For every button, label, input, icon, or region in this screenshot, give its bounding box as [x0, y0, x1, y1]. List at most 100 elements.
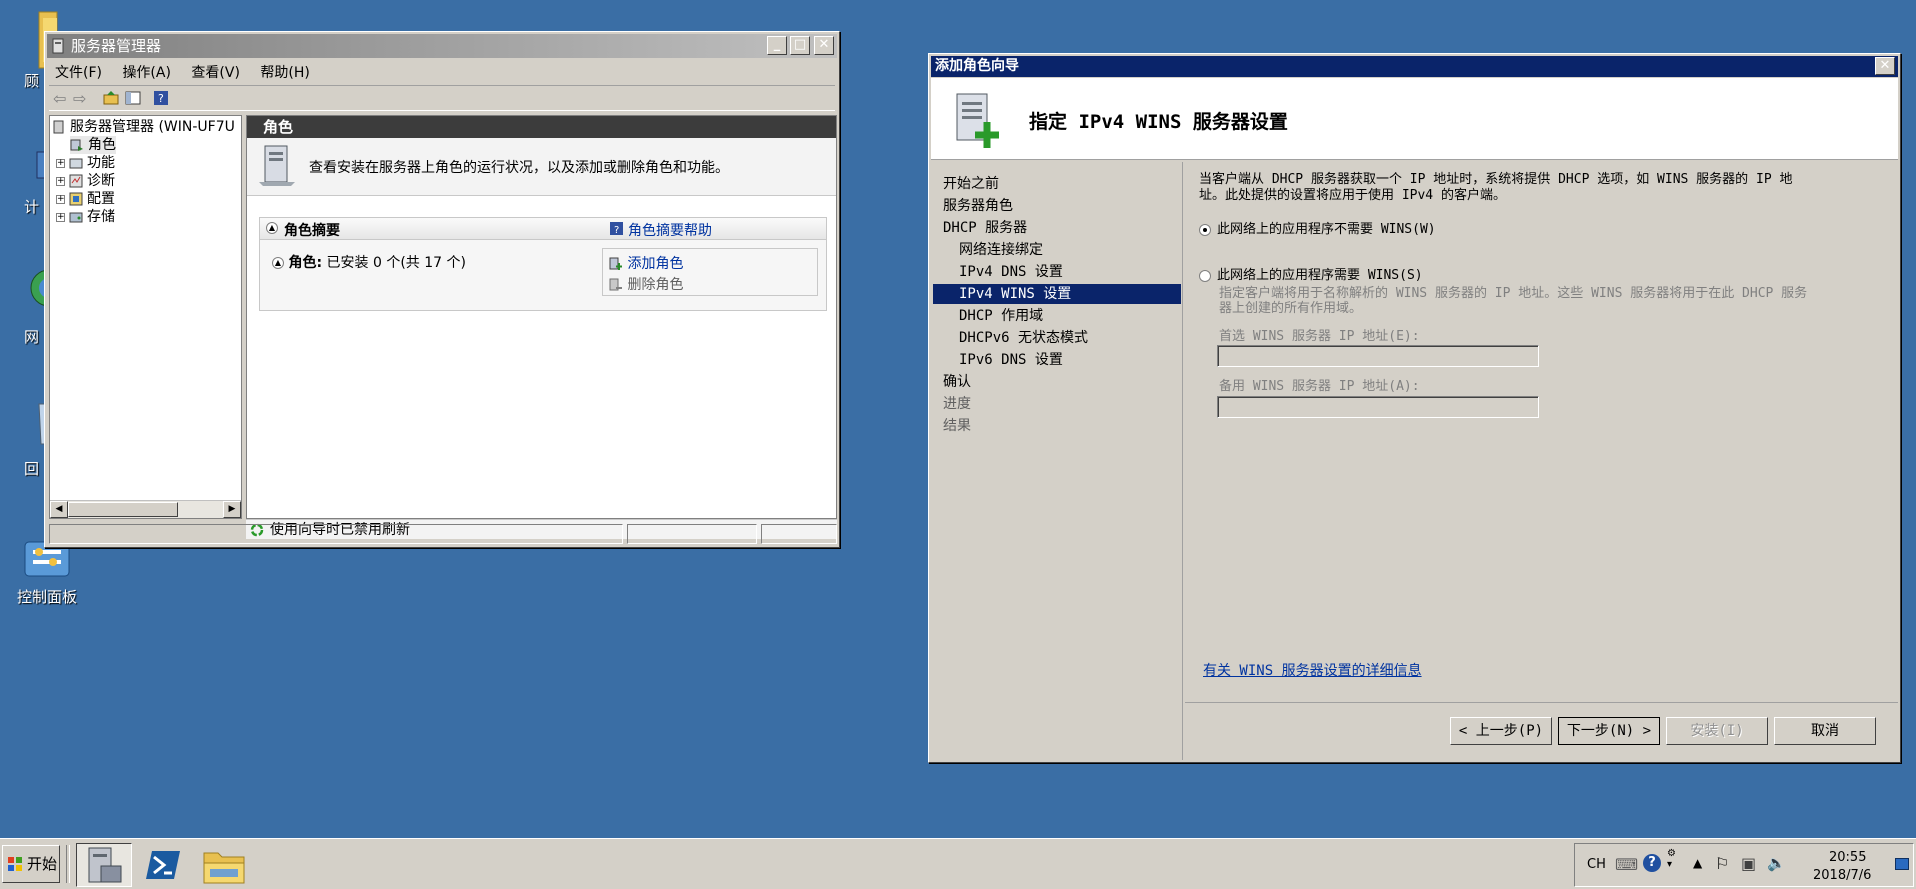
collapse-icon[interactable]: ▲: [266, 222, 278, 234]
tree-item-label: 功能: [87, 155, 115, 171]
preferred-wins-ip-field[interactable]: [1217, 345, 1539, 367]
taskbar-powershell[interactable]: [136, 843, 192, 887]
wizard-header: 指定 IPv4 WINS 服务器设置: [931, 78, 1898, 160]
menu-help[interactable]: 帮助(H): [252, 59, 317, 85]
radio-selected-icon[interactable]: [1199, 223, 1211, 236]
taskbar-server-manager[interactable]: [76, 843, 132, 887]
roles-summary-panel: ▲ 角色摘要 ? 角色摘要帮助 ▲ 角色: 已安装 0 个(共 17 个) 添加…: [259, 217, 827, 311]
keyboard-icon[interactable]: ⌨: [1615, 855, 1638, 874]
scroll-left-button[interactable]: ◀: [50, 501, 68, 518]
minimize-button[interactable]: _: [767, 36, 787, 55]
tree-root[interactable]: 服务器管理器 (WIN-UF7U: [52, 118, 235, 136]
forward-arrow-icon[interactable]: ⇨: [73, 89, 86, 108]
maximize-button[interactable]: □: [790, 36, 810, 55]
server-manager-titlebar[interactable]: 服务器管理器 _ □ ✕: [47, 34, 837, 58]
explorer-folder-icon: [203, 852, 245, 884]
tree-item-features[interactable]: + 功能: [56, 154, 115, 172]
tree-item-label: 配置: [87, 191, 115, 207]
tree-item-roles[interactable]: 角色: [70, 136, 116, 154]
svg-text:?: ?: [158, 92, 164, 105]
wizard-step-5: IPv4 DNS 设置: [959, 264, 1063, 280]
menu-action[interactable]: 操作(A): [114, 59, 179, 85]
menu-file[interactable]: 文件(F): [47, 59, 110, 85]
scroll-right-button[interactable]: ▶: [223, 501, 241, 518]
close-button[interactable]: ✕: [1875, 57, 1895, 75]
wizard-step-1: 开始之前: [943, 176, 999, 192]
up-folder-icon[interactable]: [103, 90, 119, 106]
add-role-link[interactable]: 添加角色: [627, 256, 683, 272]
navigation-tree[interactable]: 服务器管理器 (WIN-UF7U 角色 + 功能 + 诊断 + 配置 + 存储 ◀ ▶: [49, 115, 242, 519]
server-manager-app-icon: [52, 38, 64, 54]
minimize-icon: _: [773, 37, 781, 52]
remove-role-link: 删除角色: [627, 277, 684, 293]
status-bar: [49, 524, 837, 544]
svg-text:?: ?: [614, 225, 619, 235]
collapse-icon[interactable]: ▲: [272, 257, 284, 269]
remove-role-action[interactable]: 删除角色: [609, 274, 683, 294]
help-circle-icon[interactable]: ?: [1643, 854, 1661, 872]
taskbar-explorer[interactable]: [196, 843, 252, 887]
configuration-icon: [69, 192, 83, 206]
add-roles-wizard-window[interactable]: 添加角色向导 ✕ 指定 IPv4 WINS 服务器设置 开始之前服务器角色 DHC…: [928, 53, 1901, 763]
wins-required-option[interactable]: 此网络上的应用程序需要 WINS(S): [1199, 264, 1423, 283]
roles-label: 角色:: [288, 255, 323, 271]
status-panel: [49, 524, 623, 544]
wins-more-info-link[interactable]: 有关 WINS 服务器设置的详细信息: [1203, 660, 1422, 680]
network-status-icon[interactable]: ▣: [1741, 854, 1756, 873]
maximize-icon: □: [793, 37, 807, 52]
wizard-step-4: 网络连接绑定: [959, 242, 1043, 258]
close-icon: ✕: [818, 37, 830, 52]
back-button[interactable]: < 上一步(P): [1450, 717, 1552, 745]
volume-muted-icon[interactable]: 🔈: [1767, 854, 1786, 872]
expand-icon[interactable]: +: [56, 194, 65, 204]
option-label: 此网络上的应用程序不需要 WINS(W): [1217, 222, 1436, 237]
tree-item-diagnostics[interactable]: + 诊断: [56, 172, 115, 190]
description-line: 器上创建的所有作用域。: [1219, 301, 1363, 316]
show-hidden-icons[interactable]: ▲: [1693, 856, 1702, 870]
alternate-wins-ip-field[interactable]: [1217, 396, 1539, 418]
wizard-step-8: DHCPv6 无状态模式: [959, 330, 1089, 346]
intro-text: 当客户端从 DHCP 服务器获取一个 IP 地址时，系统将提供 DHCP 选项，…: [1199, 172, 1793, 204]
wizard-step-nav: 开始之前 服务器角色 DHCP 服务器 网络连接绑定 IPv4 DNS 设置 IPv4 W…: [931, 162, 1183, 760]
expand-icon[interactable]: +: [56, 158, 65, 168]
wizard-step-12: 结果: [943, 418, 971, 434]
add-role-action[interactable]: 添加角色: [609, 253, 683, 273]
cancel-button[interactable]: 取消: [1774, 717, 1876, 745]
server-manager-icon: [88, 847, 122, 883]
clock-date[interactable]: 2018/7/6: [1813, 868, 1871, 883]
content-pane: 角色 查看安装在服务器上角色的运行状况，以及添加或删除角色和功能。 ▲ 角色摘要…: [246, 115, 837, 519]
close-button[interactable]: ✕: [814, 36, 834, 55]
roles-value: 已安装 0 个(共 17 个): [326, 255, 466, 271]
show-hide-tree-icon[interactable]: [125, 90, 141, 106]
install-button: 安装(I): [1666, 717, 1768, 745]
back-arrow-icon[interactable]: ⇦: [53, 89, 66, 108]
tree-item-storage[interactable]: + 存储: [56, 208, 115, 226]
action-center-flag-icon[interactable]: ⚐: [1715, 854, 1729, 873]
scroll-thumb[interactable]: [68, 502, 178, 517]
wizard-footer: < 上一步(P) 下一步(N) > 安装(I) 取消: [1185, 702, 1898, 760]
roles-summary-help-link[interactable]: 角色摘要帮助: [628, 220, 712, 240]
remove-role-icon: [609, 278, 622, 291]
start-button[interactable]: 开始: [2, 845, 60, 883]
wizard-titlebar[interactable]: 添加角色向导 ✕: [931, 56, 1898, 77]
expand-icon[interactable]: +: [56, 212, 65, 222]
wizard-step-6: IPv4 WINS 设置: [933, 284, 1181, 304]
desktop-icon-control-panel[interactable]: 控制面板: [12, 538, 82, 607]
next-button[interactable]: 下一步(N) >: [1558, 717, 1660, 745]
options-arrow-icon[interactable]: ⚙ ▾: [1667, 848, 1676, 870]
language-indicator[interactable]: CH: [1587, 857, 1606, 872]
close-icon: ✕: [1879, 58, 1891, 73]
server-manager-window[interactable]: 服务器管理器 _ □ ✕ 文件(F) 操作(A) 查看(V) 帮助(H) ⇦ ⇨…: [44, 31, 840, 548]
features-icon: [69, 158, 83, 169]
tree-horizontal-scrollbar[interactable]: ◀ ▶: [50, 500, 241, 518]
wizard-step-2: 服务器角色: [943, 198, 1013, 214]
expand-icon[interactable]: +: [56, 176, 65, 186]
wins-not-required-option[interactable]: 此网络上的应用程序不需要 WINS(W): [1199, 218, 1436, 237]
clock-time[interactable]: 20:55: [1829, 850, 1866, 865]
show-desktop-icon[interactable]: [1895, 858, 1909, 870]
tree-item-configuration[interactable]: + 配置: [56, 190, 115, 208]
help-icon[interactable]: ?: [153, 90, 169, 106]
toolbar: ⇦ ⇨ ?: [49, 85, 835, 111]
menu-view[interactable]: 查看(V): [183, 59, 248, 85]
radio-unselected-icon[interactable]: [1199, 269, 1211, 282]
